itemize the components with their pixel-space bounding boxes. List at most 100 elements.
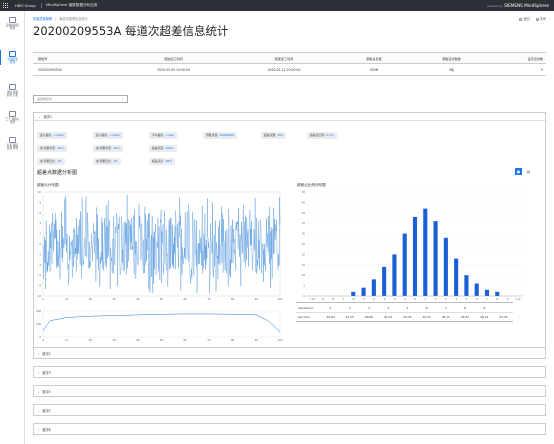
- bar: [392, 254, 397, 296]
- x-tick-label: -3: [383, 297, 386, 301]
- x-tick-label: >10: [515, 297, 521, 301]
- x-tick-label: -7: [342, 297, 345, 301]
- y-tick-label: 45: [302, 200, 306, 204]
- top-bar: HBIS Group MindSphere 钢铁数据分析应用 powered b…: [0, 0, 554, 11]
- equipment-icon: [9, 17, 16, 23]
- sidebar-item-process[interactable]: 工艺 规格与 管理: [0, 111, 25, 124]
- main-content: 轧辊质量管理 / 每道次超差信息统计 返回 关闭 20200209553A 每道次超…: [25, 11, 554, 444]
- bar: [454, 258, 459, 296]
- y-tick-label: 8: [39, 200, 41, 204]
- pass-panel-2[interactable]: › 道次2: [33, 347, 546, 359]
- sidebar-item-trace[interactable]: 轧机 跟踪 追溯 管理: [0, 137, 25, 150]
- x-tick-label: -9: [321, 297, 324, 301]
- bar: [464, 275, 469, 296]
- y-tick-label: -4: [38, 263, 41, 267]
- y-tick-label: 50: [302, 190, 306, 194]
- y-tick-label: 400: [36, 309, 41, 313]
- x-tick-label: 70: [207, 338, 211, 342]
- sidebar-item-equipment[interactable]: 设备和制造 管理: [0, 17, 25, 30]
- x-tick-label: 20: [89, 297, 93, 301]
- area-frame: [42, 310, 281, 338]
- org-name: HBIS Group: [15, 3, 36, 8]
- x-tick-label: 7: [486, 297, 488, 301]
- brand-logo: powered by SIEMENS MindSphere: [487, 3, 549, 8]
- x-tick-label: 30: [112, 338, 116, 342]
- sidebar-item-trend[interactable]: 钢材 建模 趋势 分析: [0, 84, 25, 97]
- x-tick-label: 60: [184, 338, 188, 342]
- x-tick-label: 50: [160, 338, 164, 342]
- pass-panel-5[interactable]: › 道次5: [33, 404, 546, 416]
- chevron-right-icon: ›: [38, 371, 40, 375]
- y-tick-label: 10: [302, 273, 306, 277]
- bar: [351, 291, 356, 296]
- bar: [402, 233, 407, 296]
- x-tick-label: 3: [445, 297, 447, 301]
- x-tick-label: 50: [160, 297, 164, 301]
- bar: [382, 266, 387, 296]
- x-tick-label: 70: [207, 297, 211, 301]
- y-tick-label: 40: [302, 211, 306, 215]
- y-tick-label: 15: [302, 263, 306, 267]
- x-tick-label: -4: [373, 297, 376, 301]
- bar: [433, 221, 438, 296]
- distribution-line-chart: 1086420-2-4-6-8-100 10 20 30 40 50 60 70 80 90 100…: [36, 190, 523, 342]
- x-tick-label: 0: [42, 297, 44, 301]
- pass-panel-4[interactable]: › 道次4: [33, 385, 546, 397]
- y-tick-label: 25: [302, 242, 306, 246]
- x-tick-label: 30: [112, 297, 116, 301]
- x-tick-label: 0: [42, 338, 44, 342]
- series-line: [42, 195, 281, 294]
- chevron-right-icon: ›: [38, 409, 40, 413]
- x-tick-label: -8: [331, 297, 334, 301]
- bar: [443, 237, 448, 296]
- x-tick-label: 90: [255, 338, 259, 342]
- bar: [474, 283, 479, 296]
- bar: [423, 208, 428, 296]
- y-tick-label: 35: [302, 221, 306, 225]
- x-tick-label: 6: [476, 297, 478, 301]
- app-menu-icon[interactable]: [0, 0, 11, 11]
- x-tick-label: 5: [466, 297, 468, 301]
- y-tick-label: 10: [38, 190, 42, 194]
- x-tick-label: 1: [424, 297, 426, 301]
- x-tick-label: 4: [455, 297, 457, 301]
- y-tick-label: 6: [39, 211, 41, 215]
- pass-panel-6[interactable]: › 道次6: [33, 423, 546, 435]
- x-tick-label: 40: [136, 297, 140, 301]
- x-tick-label: 40: [136, 338, 140, 342]
- x-tick-label: 2: [435, 297, 437, 301]
- table-row: len(%)% 49.84 67.35 80.06 91.23 93.33 94…: [296, 312, 513, 321]
- y-tick-label: 5: [303, 284, 305, 288]
- pass-panel-3[interactable]: › 道次3: [33, 366, 546, 378]
- x-tick-label: -6: [352, 297, 355, 301]
- bar: [412, 216, 418, 296]
- y-tick-label: 200: [36, 322, 41, 326]
- x-tick-label: -2: [393, 297, 396, 301]
- y-tick-label: -6: [38, 273, 41, 277]
- x-tick-label: 100: [278, 297, 283, 301]
- divider: [40, 3, 42, 8]
- chevron-right-icon: ›: [38, 352, 40, 356]
- chevron-right-icon: ›: [38, 428, 40, 432]
- y-tick-label: 0: [39, 335, 41, 339]
- x-tick-label: -5: [362, 297, 365, 301]
- chevron-right-icon: ›: [38, 390, 40, 394]
- x-tick-label: 20: [89, 338, 93, 342]
- x-tick-label: 0: [414, 297, 416, 301]
- x-tick-label: 60: [184, 297, 188, 301]
- x-tick-label: 9: [507, 297, 509, 301]
- x-tick-label: 80: [231, 297, 235, 301]
- y-tick-label: -10: [37, 294, 42, 298]
- bar: [361, 287, 366, 296]
- table-header-row: deviation↔ 1 2 3 4 5 6 7 8 9: [298, 305, 486, 310]
- x-tick-label: 10: [65, 297, 69, 301]
- x-tick-label: 8: [496, 297, 498, 301]
- sidebar-item-roll-quality[interactable]: 轧辊质量 管理: [0, 50, 25, 65]
- bar: [371, 279, 376, 296]
- y-tick-label: 2: [39, 232, 41, 236]
- app-title: MindSphere 钢铁数据分析应用: [46, 3, 98, 7]
- x-tick-label: 80: [231, 338, 235, 342]
- sidebar: 设备和制造 管理 轧辊质量 管理 钢材 建模 趋势 分析 工艺 规格与 管理 轧…: [0, 11, 25, 444]
- y-tick-label: 0: [303, 294, 305, 298]
- x-tick-label: 90: [255, 297, 259, 301]
